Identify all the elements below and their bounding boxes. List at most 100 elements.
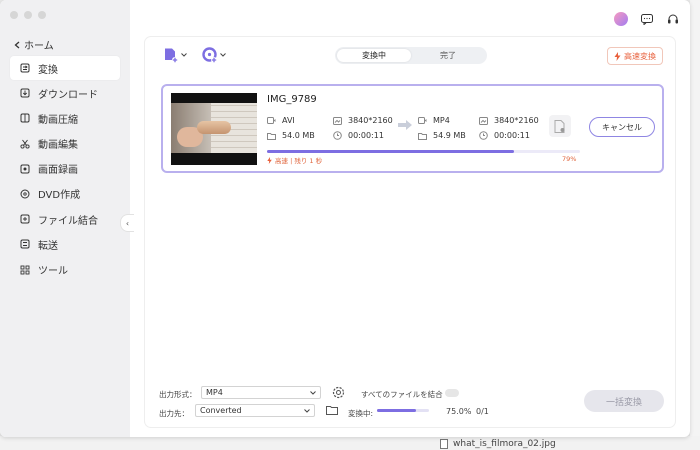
target-resolution-value: 3840*2160: [494, 116, 539, 125]
resolution-icon: [333, 116, 342, 125]
source-format: AVI: [267, 116, 295, 125]
sidebar-item-label: DVD作成: [38, 190, 81, 202]
disc-add-icon: [202, 47, 217, 63]
background-desktop-right: [690, 0, 700, 450]
back-home-link[interactable]: ホーム: [14, 37, 54, 52]
message-icon[interactable]: [640, 12, 654, 26]
conversion-percent: 79%: [562, 155, 577, 163]
sidebar-item-record[interactable]: 画面録画: [10, 157, 120, 181]
file-icon: [440, 439, 448, 449]
sidebar: ホーム 変換 ダウンロード 動画圧縮 動画編集 画面録画 DVD作成 ファイル結…: [0, 0, 130, 437]
converting-label: 変換中:: [348, 409, 374, 418]
title-bar: [0, 0, 690, 26]
headset-support-icon[interactable]: [666, 12, 680, 26]
sidebar-item-convert[interactable]: 変換: [10, 56, 120, 80]
add-file-button[interactable]: [163, 47, 187, 63]
file-count: 0/1: [476, 407, 489, 416]
minimize-window-button[interactable]: [24, 11, 32, 19]
conversion-status-text: 高速 | 残り 1 秒: [275, 157, 323, 165]
close-window-button[interactable]: [10, 11, 18, 19]
conversion-progress-fill: [267, 150, 515, 153]
transfer-icon: [20, 239, 30, 249]
window-controls: [10, 11, 46, 19]
header-actions: [614, 12, 680, 26]
folder-icon[interactable]: [326, 405, 338, 415]
output-destination-label: 出力先：: [159, 409, 189, 418]
sidebar-item-merge[interactable]: ファイル結合: [10, 207, 120, 231]
overall-progress-fill: [377, 409, 416, 412]
source-format-value: AVI: [282, 116, 295, 125]
merge-all-toggle[interactable]: [445, 389, 459, 397]
output-destination-value: Converted: [200, 406, 242, 415]
sidebar-item-label: 変換: [38, 64, 58, 76]
folder-icon: [267, 131, 276, 140]
record-icon: [20, 164, 30, 174]
output-format-select[interactable]: MP4: [201, 386, 321, 399]
output-format-value: MP4: [206, 388, 223, 397]
output-format-label: 出力形式：: [159, 390, 197, 399]
dvd-icon: [20, 189, 30, 199]
back-label: ホーム: [24, 41, 54, 52]
sidebar-item-label: ツール: [38, 266, 68, 277]
tab-converting[interactable]: 変換中: [337, 49, 411, 62]
footer-bar: 出力形式： MP4 すべてのファイルを結合 出力先： Converted 変換中…: [145, 377, 675, 427]
chevron-left-icon: ‹: [125, 218, 130, 228]
chevron-left-icon: [14, 41, 20, 48]
download-icon: [20, 88, 30, 98]
sidebar-item-tools[interactable]: ツール: [10, 258, 120, 282]
chevron-down-icon: [220, 53, 226, 57]
target-size-value: 54.9 MB: [433, 131, 466, 140]
clock-icon: [479, 131, 488, 140]
background-file-item[interactable]: what_is_filmora_02.jpg: [440, 439, 556, 449]
sidebar-item-label: ダウンロード: [38, 89, 98, 101]
video-icon: [418, 116, 427, 125]
source-size: 54.0 MB: [267, 131, 315, 140]
sidebar-item-label: 動画編集: [38, 140, 78, 152]
output-settings-button[interactable]: [549, 115, 571, 137]
cancel-button[interactable]: キャンセル: [589, 117, 655, 137]
app-window: ホーム 変換 ダウンロード 動画圧縮 動画編集 画面録画 DVD作成 ファイル結…: [0, 0, 690, 437]
source-resolution: 3840*2160: [333, 116, 393, 125]
conversion-progress-bar: [267, 150, 580, 153]
tab-completed[interactable]: 完了: [411, 49, 485, 62]
sidebar-item-label: 動画圧縮: [38, 114, 78, 126]
chevron-down-icon: [310, 390, 316, 395]
clock-icon: [333, 131, 342, 140]
chevron-down-icon: [304, 408, 310, 413]
sidebar-item-transfer[interactable]: 転送: [10, 232, 120, 256]
sidebar-item-label: ファイル結合: [38, 215, 98, 227]
target-size: 54.9 MB: [418, 131, 466, 140]
add-file-icon: [165, 48, 178, 63]
target-format: MP4: [418, 116, 450, 125]
zoom-window-button[interactable]: [38, 11, 46, 19]
merge-icon: [20, 214, 30, 224]
high-speed-convert-button[interactable]: 高速変換: [607, 47, 663, 65]
file-settings-icon: [554, 119, 565, 133]
file-name: IMG_9789: [267, 94, 317, 105]
source-duration: 00:00:11: [333, 131, 384, 140]
folder-icon: [418, 131, 427, 140]
collapse-sidebar-button[interactable]: ‹: [120, 214, 134, 232]
sidebar-item-download[interactable]: ダウンロード: [10, 81, 120, 105]
settings-icon[interactable]: [332, 386, 345, 399]
high-speed-label: 高速変換: [624, 51, 656, 61]
batch-convert-button[interactable]: 一括変換: [584, 390, 664, 412]
output-destination-select[interactable]: Converted: [195, 404, 315, 417]
source-duration-value: 00:00:11: [348, 131, 384, 140]
resolution-icon: [479, 116, 488, 125]
source-resolution-value: 3840*2160: [348, 116, 393, 125]
overall-progress-percent: 75.0%: [446, 407, 472, 416]
sidebar-item-dvd[interactable]: DVD作成: [10, 182, 120, 206]
sidebar-item-edit[interactable]: 動画編集: [10, 132, 120, 156]
target-duration: 00:00:11: [479, 131, 530, 140]
add-media-button[interactable]: [202, 47, 226, 63]
overall-progress-bar: [377, 409, 429, 412]
video-icon: [267, 116, 276, 125]
compress-icon: [20, 113, 30, 123]
avatar[interactable]: [614, 12, 628, 26]
target-resolution: 3840*2160: [479, 116, 539, 125]
chevron-down-icon: [181, 53, 187, 57]
conversion-status: 高速 | 残り 1 秒: [267, 155, 322, 165]
video-thumbnail[interactable]: [171, 93, 257, 165]
sidebar-item-compress[interactable]: 動画圧縮: [10, 106, 120, 130]
